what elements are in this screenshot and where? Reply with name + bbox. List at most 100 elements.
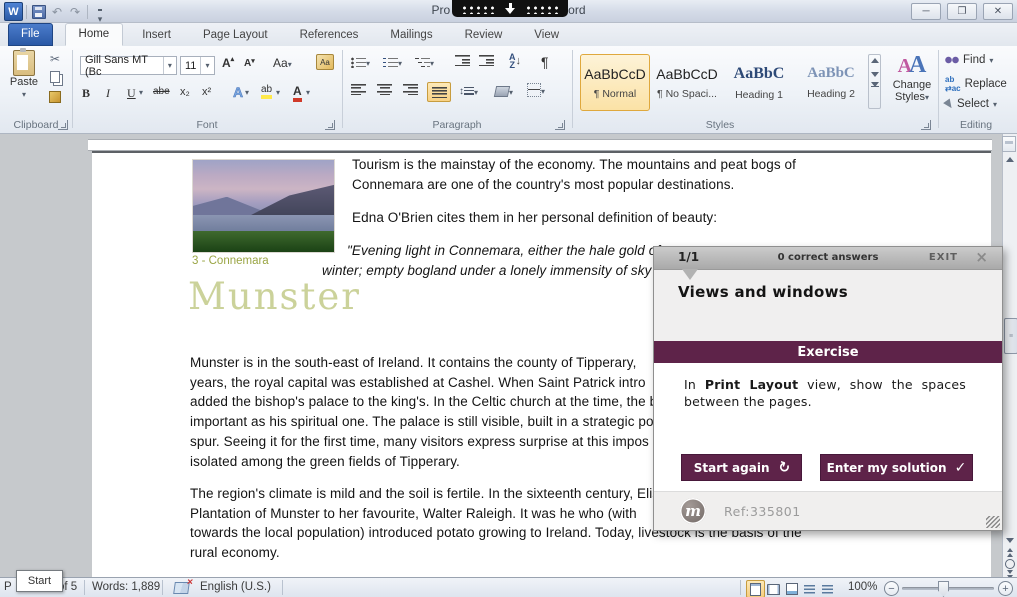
scroll-up-button[interactable] xyxy=(1004,153,1016,165)
doc-text-line: The region's climate is mild and the soi… xyxy=(190,486,659,501)
align-center-button[interactable] xyxy=(377,84,392,95)
text-effects-button[interactable]: A xyxy=(233,84,243,100)
view-full-screen-button[interactable] xyxy=(764,580,783,597)
title-bar: W Proord ─ ❐ ✕ xyxy=(0,0,1017,23)
styles-scroll[interactable] xyxy=(868,54,881,109)
align-left-icon xyxy=(351,84,366,95)
font-color-button[interactable]: A xyxy=(293,84,302,102)
tab-file[interactable]: File xyxy=(8,23,53,46)
tab-insert[interactable]: Insert xyxy=(129,25,184,46)
start-tooltip: Start xyxy=(16,570,63,592)
font-dialog-launcher[interactable] xyxy=(325,120,335,130)
font-color-options[interactable] xyxy=(306,88,310,97)
underline-button[interactable]: U xyxy=(127,86,136,101)
font-name-select[interactable]: Gill Sans MT (Bc xyxy=(80,56,177,75)
align-left-button[interactable] xyxy=(351,84,366,95)
zoom-level[interactable]: 100% xyxy=(848,581,877,593)
tab-view[interactable]: View xyxy=(521,25,572,46)
start-again-button[interactable]: Start again↻ xyxy=(681,454,802,481)
proofing-icon[interactable] xyxy=(173,582,190,594)
tab-page-layout[interactable]: Page Layout xyxy=(190,25,281,46)
tab-references[interactable]: References xyxy=(287,25,372,46)
resize-handle[interactable] xyxy=(986,516,1000,528)
select-button[interactable]: Select xyxy=(945,98,997,110)
clipboard-dialog-launcher[interactable] xyxy=(58,120,68,130)
show-paragraph-marks-button[interactable]: ¶ xyxy=(541,54,549,70)
tab-mailings[interactable]: Mailings xyxy=(377,25,445,46)
scroll-down-button[interactable] xyxy=(1004,534,1016,546)
highlight-options[interactable] xyxy=(276,88,280,97)
format-painter-button[interactable] xyxy=(48,90,62,103)
word-count[interactable]: Words: 1,889 xyxy=(92,581,160,593)
italic-button[interactable]: I xyxy=(106,86,110,101)
shrink-font-button[interactable]: A▾ xyxy=(244,58,255,69)
word-window: W Proord ─ ❐ ✕ File Home Insert Page Lay… xyxy=(0,0,1017,597)
justify-button[interactable] xyxy=(427,82,451,102)
change-styles-button[interactable]: AA Change Styles xyxy=(889,52,935,103)
panel-close-icon[interactable]: × xyxy=(975,248,988,266)
decrease-indent-button[interactable] xyxy=(455,55,470,66)
minimize-button[interactable]: ─ xyxy=(911,3,941,20)
increase-indent-button[interactable] xyxy=(479,55,494,66)
capture-widget[interactable] xyxy=(452,0,568,17)
underline-options[interactable] xyxy=(139,88,143,97)
styles-scroll-up-icon xyxy=(871,58,879,63)
text-effects-options[interactable] xyxy=(245,88,249,97)
styles-dialog-launcher[interactable] xyxy=(921,120,931,130)
vertical-scrollbar[interactable]: ≡ xyxy=(1002,134,1017,577)
view-web-layout-button[interactable] xyxy=(782,580,801,597)
cut-button[interactable] xyxy=(48,52,62,65)
find-button[interactable]: Find xyxy=(945,54,993,66)
copy-button[interactable] xyxy=(48,70,62,83)
ruler-toggle-button[interactable] xyxy=(1002,136,1016,152)
down-arrow-icon xyxy=(505,3,515,14)
progress-pointer xyxy=(682,269,698,280)
clear-formatting-button[interactable]: Aa xyxy=(316,54,334,70)
paragraph-dialog-launcher[interactable] xyxy=(555,120,565,130)
enter-solution-button[interactable]: Enter my solution✓ xyxy=(820,454,973,481)
multilevel-list-button[interactable] xyxy=(415,55,434,69)
style-heading2[interactable]: AaBbC Heading 2 xyxy=(796,54,866,111)
change-case-button[interactable]: Aa xyxy=(273,56,292,70)
scroll-thumb[interactable]: ≡ xyxy=(1004,318,1017,354)
sort-button[interactable]: AZ↓ xyxy=(509,53,521,69)
grow-font-button[interactable]: A▴ xyxy=(222,56,234,70)
highlight-button[interactable]: ab xyxy=(261,84,272,99)
align-center-icon xyxy=(377,84,392,95)
close-button[interactable]: ✕ xyxy=(983,3,1013,20)
hidden-page-gap[interactable] xyxy=(88,139,992,151)
line-spacing-button[interactable]: ↕ xyxy=(459,84,478,98)
align-right-button[interactable] xyxy=(403,84,418,95)
borders-button[interactable] xyxy=(527,83,545,97)
tab-review[interactable]: Review xyxy=(452,25,516,46)
bullets-button[interactable] xyxy=(351,55,370,69)
connemara-photo[interactable] xyxy=(192,159,335,253)
view-outline-button[interactable] xyxy=(800,580,819,597)
previous-page-button[interactable] xyxy=(1004,546,1016,558)
style-no-spacing[interactable]: AaBbCcD ¶ No Spaci... xyxy=(652,54,722,111)
page-indicator[interactable]: P xyxy=(4,581,12,593)
paste-button[interactable]: Paste xyxy=(5,50,43,100)
zoom-slider-handle[interactable] xyxy=(938,581,949,597)
shading-button[interactable] xyxy=(495,84,513,98)
subscript-button[interactable]: x₂ xyxy=(180,86,190,98)
exercise-body: In Print Layout view, show the spaces be… xyxy=(654,363,1002,492)
view-print-layout-button[interactable] xyxy=(746,580,765,597)
training-panel: 1/1 0 correct answers EXIT × Views and w… xyxy=(653,246,1003,531)
replace-button[interactable]: ab⇄ac Replace xyxy=(945,75,1007,93)
style-heading1[interactable]: AaBbC Heading 1 xyxy=(724,54,794,111)
restore-button[interactable]: ❐ xyxy=(947,3,977,20)
panel-header[interactable]: 1/1 0 correct answers EXIT × xyxy=(654,247,1002,270)
font-size-select[interactable]: 11 xyxy=(180,56,215,75)
numbering-button[interactable] xyxy=(383,55,402,69)
style-normal[interactable]: AaBbCcD ¶ Normal xyxy=(580,54,650,111)
bold-button[interactable]: B xyxy=(82,86,90,101)
view-draft-button[interactable] xyxy=(818,580,837,597)
zoom-out-button[interactable]: − xyxy=(884,581,899,596)
tab-home[interactable]: Home xyxy=(65,23,124,46)
zoom-in-button[interactable]: + xyxy=(998,581,1013,596)
strikethrough-button[interactable]: abe xyxy=(153,86,170,97)
exit-button[interactable]: EXIT xyxy=(929,252,958,263)
superscript-button[interactable]: x² xyxy=(202,86,211,98)
language-indicator[interactable]: English (U.S.) xyxy=(200,581,271,593)
